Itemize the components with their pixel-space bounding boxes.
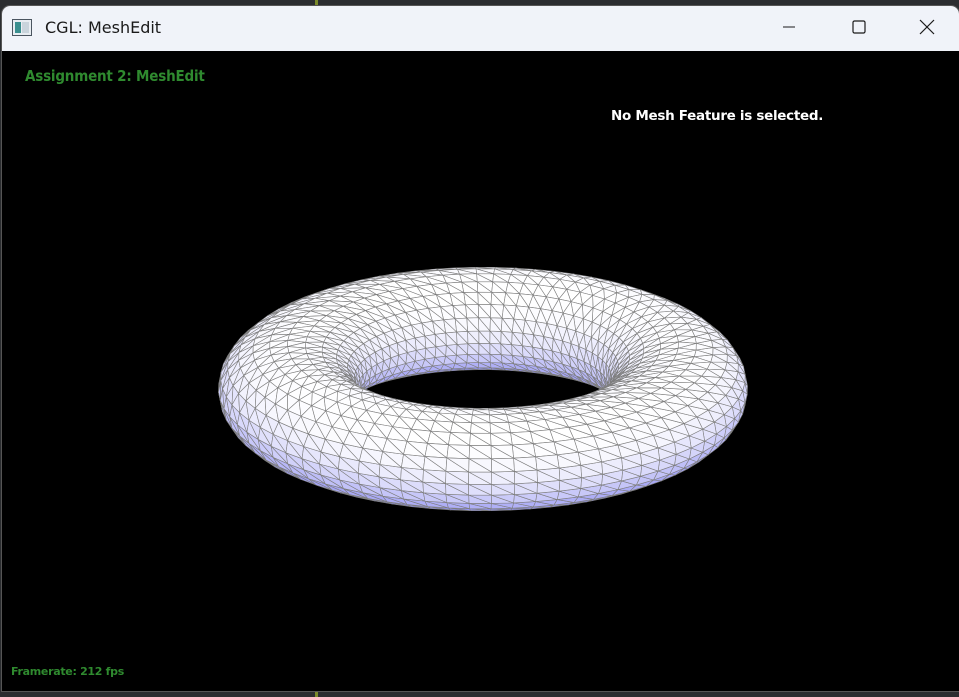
close-button[interactable] [892,6,959,51]
maximize-button[interactable] [824,6,894,51]
close-icon [919,19,935,39]
app-window: CGL: MeshEdit Assignment 2: MeshEdit No … [2,6,959,691]
title-bar[interactable]: CGL: MeshEdit [2,6,959,51]
maximize-icon [852,19,866,38]
app-window-icon [12,19,32,36]
window-title: CGL: MeshEdit [45,18,162,37]
minimize-button[interactable] [754,6,824,51]
selection-status: No Mesh Feature is selected. [611,108,824,124]
mesh-triangle[interactable] [639,289,655,296]
assignment-title: Assignment 2: MeshEdit [25,67,205,85]
mesh-triangle[interactable] [502,406,520,409]
framerate-readout: Framerate: 212 fps [11,665,124,678]
mesh-triangle[interactable] [372,392,384,397]
3d-viewport[interactable]: Assignment 2: MeshEdit No Mesh Feature i… [2,51,959,691]
torus-mesh[interactable] [2,51,959,691]
minimize-icon [782,19,796,38]
